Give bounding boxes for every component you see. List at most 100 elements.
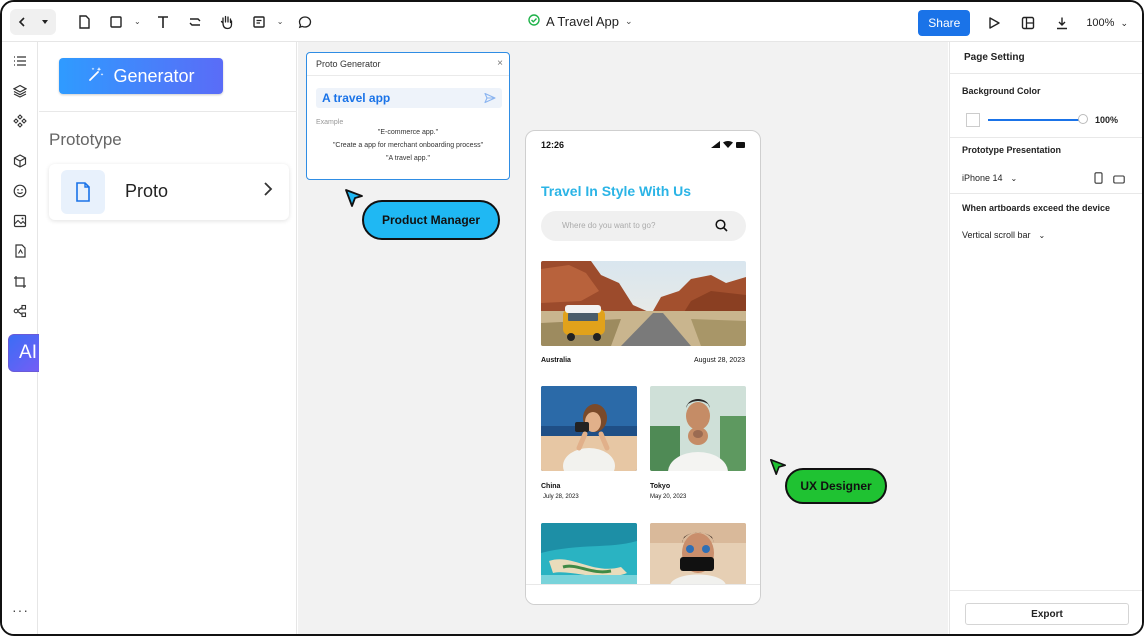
- generator-label: Generator: [113, 65, 195, 86]
- proto-card-label: Proto: [125, 181, 169, 201]
- saved-check-icon: [528, 14, 540, 29]
- document-title[interactable]: A Travel App ⌄: [528, 14, 633, 29]
- featured-image-australia[interactable]: [541, 261, 746, 346]
- card-date: May 20, 2023: [650, 494, 687, 500]
- example-label: Example: [316, 119, 344, 126]
- example-prompt[interactable]: "A travel app.": [307, 155, 509, 162]
- more-icon[interactable]: ···: [12, 602, 29, 618]
- section-title: Prototype: [49, 130, 122, 149]
- card-image-tokyo[interactable]: [650, 386, 746, 471]
- connector-tool-icon[interactable]: [185, 12, 205, 32]
- document-icon: [61, 170, 105, 214]
- note-tool-icon[interactable]: [249, 12, 269, 32]
- divider: [950, 73, 1142, 74]
- send-icon[interactable]: [484, 91, 496, 109]
- text-tool-icon[interactable]: [153, 12, 173, 32]
- right-toolbar: Share 100% ⌄: [918, 10, 1128, 36]
- status-icons: [711, 141, 746, 148]
- outline-list-icon[interactable]: [11, 52, 29, 70]
- prompt-input[interactable]: A travel app: [316, 88, 502, 108]
- landscape-icon[interactable]: [1113, 171, 1125, 189]
- chevron-down-icon: ⌄: [1120, 17, 1128, 28]
- card-image-china[interactable]: [541, 386, 637, 471]
- cube-icon[interactable]: [11, 152, 29, 170]
- opacity-slider[interactable]: [988, 119, 1084, 121]
- comment-icon[interactable]: [295, 12, 315, 32]
- document-title-text: A Travel App: [546, 14, 619, 29]
- divider: [950, 590, 1142, 591]
- card-title: Australia: [541, 357, 571, 364]
- share-button[interactable]: Share: [918, 10, 971, 36]
- tool-sidebar: AI ···: [2, 42, 48, 634]
- overflow-value: Vertical scroll bar: [962, 230, 1031, 240]
- page-icon[interactable]: [74, 12, 94, 32]
- proto-generator-dialog: Proto Generator × A travel app Example "…: [306, 52, 510, 180]
- portrait-icon[interactable]: [1094, 171, 1103, 189]
- magic-wand-icon: [87, 65, 105, 88]
- file-ai-icon[interactable]: [11, 242, 29, 260]
- zoom-select[interactable]: 100% ⌄: [1086, 17, 1128, 29]
- rectangle-tool-icon[interactable]: [106, 12, 126, 32]
- phone-artboard[interactable]: 12:26 Travel In Style With Us Where do y…: [525, 130, 761, 605]
- back-nav-group[interactable]: [10, 8, 56, 35]
- export-button[interactable]: Export: [965, 603, 1129, 625]
- zoom-value: 100%: [1086, 17, 1115, 29]
- chevron-down-icon[interactable]: ⌄: [277, 17, 284, 26]
- design-canvas[interactable]: Proto Generator × A travel app Example "…: [298, 42, 948, 634]
- layout-icon[interactable]: [1018, 13, 1038, 33]
- chevron-right-icon: [263, 181, 273, 202]
- generator-button[interactable]: Generator: [59, 58, 223, 94]
- emoji-icon[interactable]: [11, 182, 29, 200]
- overflow-label: When artboards exceed the device: [962, 203, 1111, 213]
- top-toolbar: ⌄ ⌄ A Travel App ⌄ Share 100% ⌄: [2, 2, 1142, 42]
- close-icon[interactable]: ×: [497, 58, 503, 69]
- chevron-down-icon[interactable]: ⌄: [134, 17, 141, 26]
- divider: [39, 111, 297, 112]
- card-image-person[interactable]: [650, 523, 746, 585]
- search-placeholder: Where do you want to go?: [562, 221, 656, 230]
- hand-tool-icon[interactable]: [217, 12, 237, 32]
- layers-icon[interactable]: [11, 82, 29, 100]
- image-icon[interactable]: [11, 212, 29, 230]
- example-prompt[interactable]: "E-commerce app.": [307, 129, 509, 136]
- orientation-toggle: [1094, 171, 1125, 189]
- overflow-select[interactable]: Vertical scroll bar ⌄: [962, 230, 1045, 240]
- divider: [950, 137, 1142, 138]
- proto-card[interactable]: Proto: [49, 164, 289, 220]
- battery-icon: [736, 141, 745, 148]
- download-icon[interactable]: [1052, 13, 1072, 33]
- cursor-pm-icon: [345, 189, 363, 207]
- ai-panel: Generator Prototype Proto: [39, 42, 297, 634]
- chevron-down-icon: ⌄: [625, 16, 633, 26]
- search-icon[interactable]: [715, 219, 728, 237]
- tool-group: ⌄ ⌄: [74, 12, 315, 32]
- opacity-slider-handle[interactable]: [1078, 114, 1088, 124]
- prompt-input-value: A travel app: [322, 91, 391, 105]
- dialog-title: Proto Generator: [316, 59, 381, 69]
- presentation-label: Prototype Presentation: [962, 145, 1062, 155]
- card-title: China: [541, 483, 561, 490]
- chevron-left-icon[interactable]: [12, 12, 32, 32]
- background-color-label: Background Color: [962, 86, 1041, 96]
- card-image-beach[interactable]: [541, 523, 637, 585]
- card-date: August 28, 2023: [694, 357, 745, 364]
- page-settings-panel: Page Setting Background Color 100% Proto…: [949, 42, 1142, 634]
- play-icon[interactable]: [984, 13, 1004, 33]
- components-icon[interactable]: [11, 112, 29, 130]
- caret-down-icon[interactable]: [35, 12, 55, 32]
- crop-icon[interactable]: [11, 273, 29, 291]
- device-select[interactable]: iPhone 14 ⌄: [962, 173, 1017, 183]
- destination-search[interactable]: Where do you want to go?: [541, 211, 746, 241]
- panel-title: Page Setting: [964, 52, 1025, 63]
- opacity-value[interactable]: 100%: [1095, 115, 1118, 125]
- app-heading: Travel In Style With Us: [541, 183, 692, 199]
- background-color-swatch[interactable]: [966, 113, 980, 127]
- example-prompt[interactable]: "Create a app for merchant onboarding pr…: [307, 142, 509, 149]
- collaborator-tag-product-manager: Product Manager: [362, 200, 500, 240]
- flow-icon[interactable]: [11, 302, 29, 320]
- divider: [307, 75, 509, 76]
- chevron-down-icon: ⌄: [1038, 230, 1046, 240]
- card-title: Tokyo: [650, 483, 671, 490]
- divider: [950, 193, 1142, 194]
- cursor-ux-icon: [769, 458, 787, 476]
